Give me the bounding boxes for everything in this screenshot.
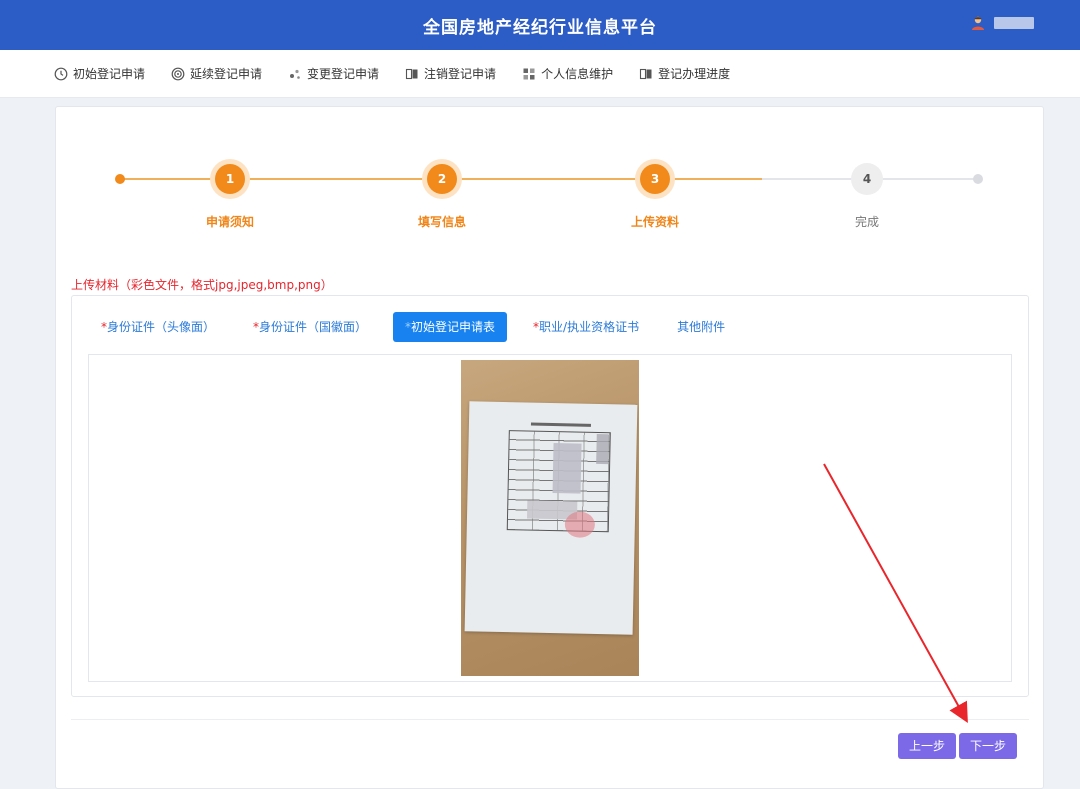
step-number: 3 <box>640 164 670 194</box>
tab-label: 身份证件（头像面） <box>107 320 216 334</box>
main-nav: 初始登记申请 延续登记申请 变更登记申请 注销登记申请 个人信息维护 登记办理进… <box>0 50 1080 98</box>
upload-panel: *身份证件（头像面） *身份证件（国徽面） *初始登记申请表 *职业/执业资格证… <box>71 295 1029 697</box>
step-number: 2 <box>427 164 457 194</box>
stepper-start-dot <box>115 174 125 184</box>
clock-icon <box>54 67 68 81</box>
grid-icon <box>522 67 536 81</box>
main-card: 1 2 3 4 申请须知 填写信息 上传资料 完成 上传材料（彩色文件，格式jp… <box>55 106 1044 789</box>
nav-item-label: 登记办理进度 <box>658 67 731 81</box>
redacted-area <box>552 443 582 494</box>
nav-item-label: 个人信息维护 <box>541 67 614 81</box>
document-paper <box>464 401 638 635</box>
previous-step-button[interactable]: 上一步 <box>898 733 957 759</box>
tab-id-emblem[interactable]: *身份证件（国徽面） <box>241 312 379 342</box>
nav-item-change-registration[interactable]: 变更登记申请 <box>288 65 379 82</box>
official-seal <box>564 511 596 538</box>
tab-label: 其他附件 <box>677 320 726 334</box>
top-bar: 全国房地产经纪行业信息平台 <box>0 0 1080 50</box>
nav-item-label: 注销登记申请 <box>424 67 497 81</box>
tab-initial-application-form[interactable]: *初始登记申请表 <box>393 312 508 342</box>
tab-label: 职业/执业资格证书 <box>539 320 640 334</box>
tab-label: 身份证件（国徽面） <box>259 320 368 334</box>
nav-item-renewal-registration[interactable]: 延续登记申请 <box>171 65 262 82</box>
nav-item-initial-registration[interactable]: 初始登记申请 <box>54 65 145 82</box>
step-number: 4 <box>851 163 883 195</box>
footer-divider <box>71 719 1029 720</box>
nav-item-label: 初始登记申请 <box>73 67 146 81</box>
step-1: 1 <box>210 159 250 199</box>
tab-label: 初始登记申请表 <box>411 320 496 334</box>
document-tabs: *身份证件（头像面） *身份证件（国徽面） *初始登记申请表 *职业/执业资格证… <box>89 312 737 342</box>
nav-item-registration-progress[interactable]: 登记办理进度 <box>639 65 730 82</box>
platform-title: 全国房地产经纪行业信息平台 <box>423 17 657 38</box>
tab-qualification-certificate[interactable]: *职业/执业资格证书 <box>521 312 651 342</box>
document-preview-area[interactable] <box>88 354 1012 682</box>
user-name-redacted <box>994 17 1034 29</box>
nav-item-label: 延续登记申请 <box>190 67 263 81</box>
upload-format-note: 上传材料（彩色文件，格式jpg,jpeg,bmp,png） <box>71 278 333 292</box>
book-icon <box>405 67 419 81</box>
uploaded-document-photo[interactable] <box>461 360 639 676</box>
form-heading-line <box>530 422 591 427</box>
nav-item-label: 变更登记申请 <box>307 67 380 81</box>
step-2: 2 <box>422 159 462 199</box>
nav-item-personal-info[interactable]: 个人信息维护 <box>522 65 613 82</box>
user-menu[interactable] <box>970 15 1034 31</box>
step-label: 填写信息 <box>417 215 466 229</box>
tab-id-portrait[interactable]: *身份证件（头像面） <box>89 312 227 342</box>
redacted-area <box>596 433 609 465</box>
next-step-button[interactable]: 下一步 <box>959 733 1018 759</box>
nav-item-cancel-registration[interactable]: 注销登记申请 <box>405 65 496 82</box>
dots-icon <box>288 67 302 81</box>
step-label: 申请须知 <box>205 215 254 229</box>
step-number: 1 <box>215 164 245 194</box>
step-label: 上传资料 <box>630 215 679 229</box>
step-3: 3 <box>635 159 675 199</box>
step-label: 完成 <box>854 215 879 229</box>
progress-stepper: 1 2 3 4 申请须知 填写信息 上传资料 完成 <box>56 107 1045 247</box>
target-icon <box>171 67 185 81</box>
user-avatar-icon <box>970 15 986 31</box>
tab-other-attachments[interactable]: 其他附件 <box>665 312 737 342</box>
step-4: 4 <box>847 159 887 199</box>
book-icon <box>639 67 653 81</box>
stepper-end-dot <box>973 174 983 184</box>
